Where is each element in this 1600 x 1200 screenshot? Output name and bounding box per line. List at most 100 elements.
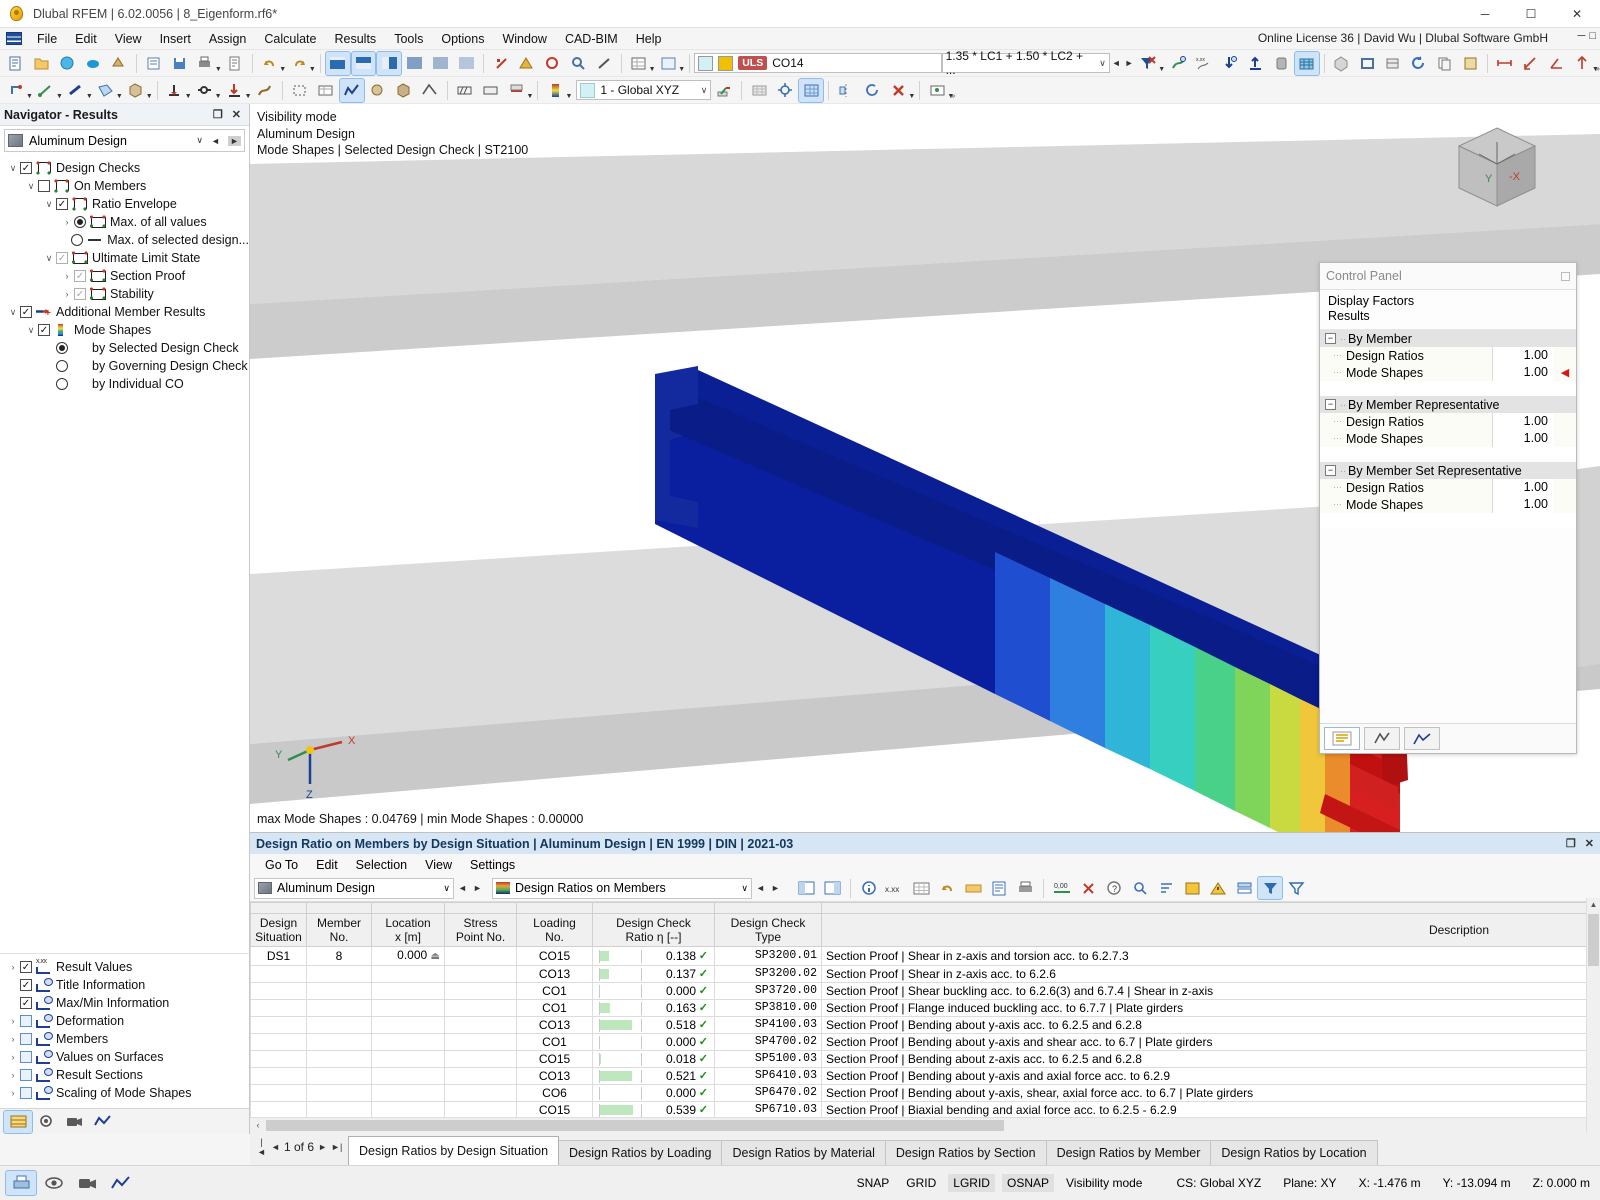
status-lgrid-chip[interactable]: LGRID <box>948 1174 995 1192</box>
tree-item-max-of-all-values[interactable]: ›Max. of all values <box>0 213 249 231</box>
view-mode-5-icon[interactable] <box>429 52 453 75</box>
menu-edit[interactable]: Edit <box>66 30 106 48</box>
navigator-prev-button[interactable]: ◄ <box>209 136 222 146</box>
max-value-icon[interactable] <box>1243 52 1267 75</box>
close-button[interactable]: ✕ <box>1554 0 1600 28</box>
object-snap-icon[interactable] <box>773 79 797 102</box>
menu-window[interactable]: Window <box>493 30 555 48</box>
expand-toggle-icon[interactable]: › <box>60 217 74 227</box>
results-grid-wrapper[interactable]: DesignSituation MemberNo. Locationx [m] … <box>250 902 1600 1117</box>
checkbox-checked[interactable]: ✓ <box>38 324 50 336</box>
pager-last-button[interactable]: ►| <box>331 1142 342 1152</box>
dim-angle-icon[interactable] <box>1544 52 1568 75</box>
circle-tool-icon[interactable] <box>541 52 565 75</box>
tab-design-ratios-by-location[interactable]: Design Ratios by Location <box>1210 1140 1377 1165</box>
checkbox-checked[interactable]: ✓ <box>56 198 68 210</box>
tree-item-by-individual-co[interactable]: by Individual CO <box>0 375 249 393</box>
pager-prev-button[interactable]: ◄ <box>270 1142 281 1152</box>
min-value-icon[interactable] <box>1218 52 1242 75</box>
view-settings-icon[interactable] <box>925 79 949 102</box>
checkbox-unchecked[interactable] <box>20 1087 32 1099</box>
results-panel-close-icon[interactable]: ✕ <box>1585 837 1594 850</box>
checkbox-unchecked[interactable] <box>20 1069 32 1081</box>
open-folder-icon[interactable] <box>30 52 54 75</box>
menu-options[interactable]: Options <box>432 30 493 48</box>
rotate-copy-icon[interactable] <box>860 79 884 102</box>
expand-toggle-icon[interactable]: › <box>60 271 74 281</box>
hinge-icon[interactable] <box>193 79 217 102</box>
view-mode-6-icon[interactable] <box>455 52 479 75</box>
expand-toggle-icon[interactable]: › <box>6 1052 20 1062</box>
chevron-down-icon[interactable]: ∨ <box>741 883 748 894</box>
col-design-check-ratio[interactable]: Design CheckRatio η [--] <box>593 914 715 947</box>
expand-toggle-icon[interactable]: › <box>6 1070 20 1080</box>
expand-toggle-icon[interactable]: › <box>6 962 20 972</box>
cp-row-mode-shapes[interactable]: ⋯Mode Shapes1.00 <box>1320 496 1576 513</box>
results-table-next[interactable]: ► <box>769 883 782 893</box>
expand-toggle-icon[interactable]: ∨ <box>42 253 56 264</box>
tab-design-ratios-by-material[interactable]: Design Ratios by Material <box>721 1140 885 1165</box>
result-values-icon[interactable]: x.xx <box>1192 52 1216 75</box>
dimension-icon[interactable] <box>515 52 539 75</box>
maximize-button[interactable]: ☐ <box>1508 0 1554 28</box>
display-item-values-on-surfaces[interactable]: ›Values on Surfaces <box>0 1048 249 1066</box>
results-table-selector[interactable]: Design Ratios on Members ∨ <box>492 878 752 899</box>
cp-group-by-member-representative[interactable]: −··By Member Representative <box>1320 396 1576 413</box>
menu-assign[interactable]: Assign <box>200 30 256 48</box>
chevron-down-icon[interactable]: ∨ <box>701 85 708 96</box>
expand-toggle-icon[interactable]: › <box>6 1016 20 1026</box>
select-objects-icon[interactable] <box>288 79 312 102</box>
decimal-places-icon[interactable]: x.xx <box>883 877 907 899</box>
radio-button[interactable] <box>56 360 68 372</box>
sort-table-icon[interactable] <box>1154 877 1178 899</box>
table-row[interactable]: CO10.000✓SP3720.00Section Proof | Shear … <box>251 983 1600 1000</box>
scroll-left-arrow-icon[interactable]: ‹ <box>250 1120 266 1130</box>
tree-item-mode-shapes[interactable]: ∨✓Mode Shapes <box>0 321 249 339</box>
add-surface-icon[interactable] <box>94 79 118 102</box>
isometric-view-icon[interactable] <box>1330 52 1354 75</box>
tree-item-section-proof[interactable]: ›✓Section Proof <box>0 267 249 285</box>
expand-toggle-icon[interactable]: › <box>6 1034 20 1044</box>
cp-row-value[interactable]: 1.00 <box>1492 479 1554 496</box>
tree-item-design-checks[interactable]: ∨✓Design Checks <box>0 159 249 177</box>
solid-render-icon[interactable] <box>392 79 416 102</box>
results-design-next[interactable]: ► <box>471 883 484 893</box>
results-horizontal-scrollbar[interactable]: ‹ › <box>250 1117 1600 1132</box>
print-preview-icon[interactable] <box>142 52 166 75</box>
doc-restore-button[interactable]: □ <box>1589 30 1596 42</box>
status-results-icon[interactable] <box>105 1171 135 1195</box>
search-table-icon[interactable] <box>1128 877 1152 899</box>
expand-toggle-icon[interactable]: ∨ <box>6 307 20 318</box>
cp-row-design-ratios[interactable]: ⋯Design Ratios1.00 <box>1320 413 1576 430</box>
table-row[interactable]: CO130.521✓SP6410.03Section Proof | Bendi… <box>251 1068 1600 1085</box>
results-menu-selection[interactable]: Selection <box>347 857 416 873</box>
add-member-icon[interactable] <box>64 79 88 102</box>
scroll-track[interactable] <box>266 1119 1584 1132</box>
control-panel-tab-factors[interactable] <box>1324 727 1360 750</box>
surface-results-icon[interactable] <box>1295 52 1319 75</box>
collapse-icon[interactable]: − <box>1325 333 1336 344</box>
status-osnap-chip[interactable]: OSNAP <box>1002 1174 1054 1192</box>
view-mode-1-icon[interactable] <box>326 52 350 75</box>
redo-icon[interactable] <box>287 52 311 75</box>
checkbox-unchecked[interactable] <box>20 1033 32 1045</box>
results-diagram-icon[interactable] <box>340 79 364 102</box>
col-description[interactable]: Description <box>822 914 1600 947</box>
new-file-icon[interactable] <box>4 52 28 75</box>
table-row[interactable]: CO10.163✓SP3810.00Section Proof | Flange… <box>251 1000 1600 1017</box>
print-table-icon[interactable] <box>1013 877 1037 899</box>
render-icon[interactable] <box>366 79 390 102</box>
minimize-button[interactable]: ─ <box>1462 0 1508 28</box>
status-grid-chip[interactable]: GRID <box>901 1174 941 1192</box>
imperfection-icon[interactable] <box>253 79 277 102</box>
table-edit-icon[interactable] <box>314 79 338 102</box>
doc-minimize-button[interactable]: ─ <box>1578 30 1586 42</box>
collapse-icon[interactable]: − <box>1325 399 1336 410</box>
collapse-icon[interactable]: − <box>1325 465 1336 476</box>
paste-view-icon[interactable] <box>1458 52 1482 75</box>
magnifier-icon[interactable] <box>566 52 590 75</box>
checkbox-checked[interactable]: ✓ <box>20 997 32 1009</box>
cp-row-value[interactable]: 1.00 <box>1492 347 1554 364</box>
expand-toggle-icon[interactable]: ∨ <box>24 181 38 192</box>
results-design-selector[interactable]: Aluminum Design ∨ <box>254 878 454 899</box>
